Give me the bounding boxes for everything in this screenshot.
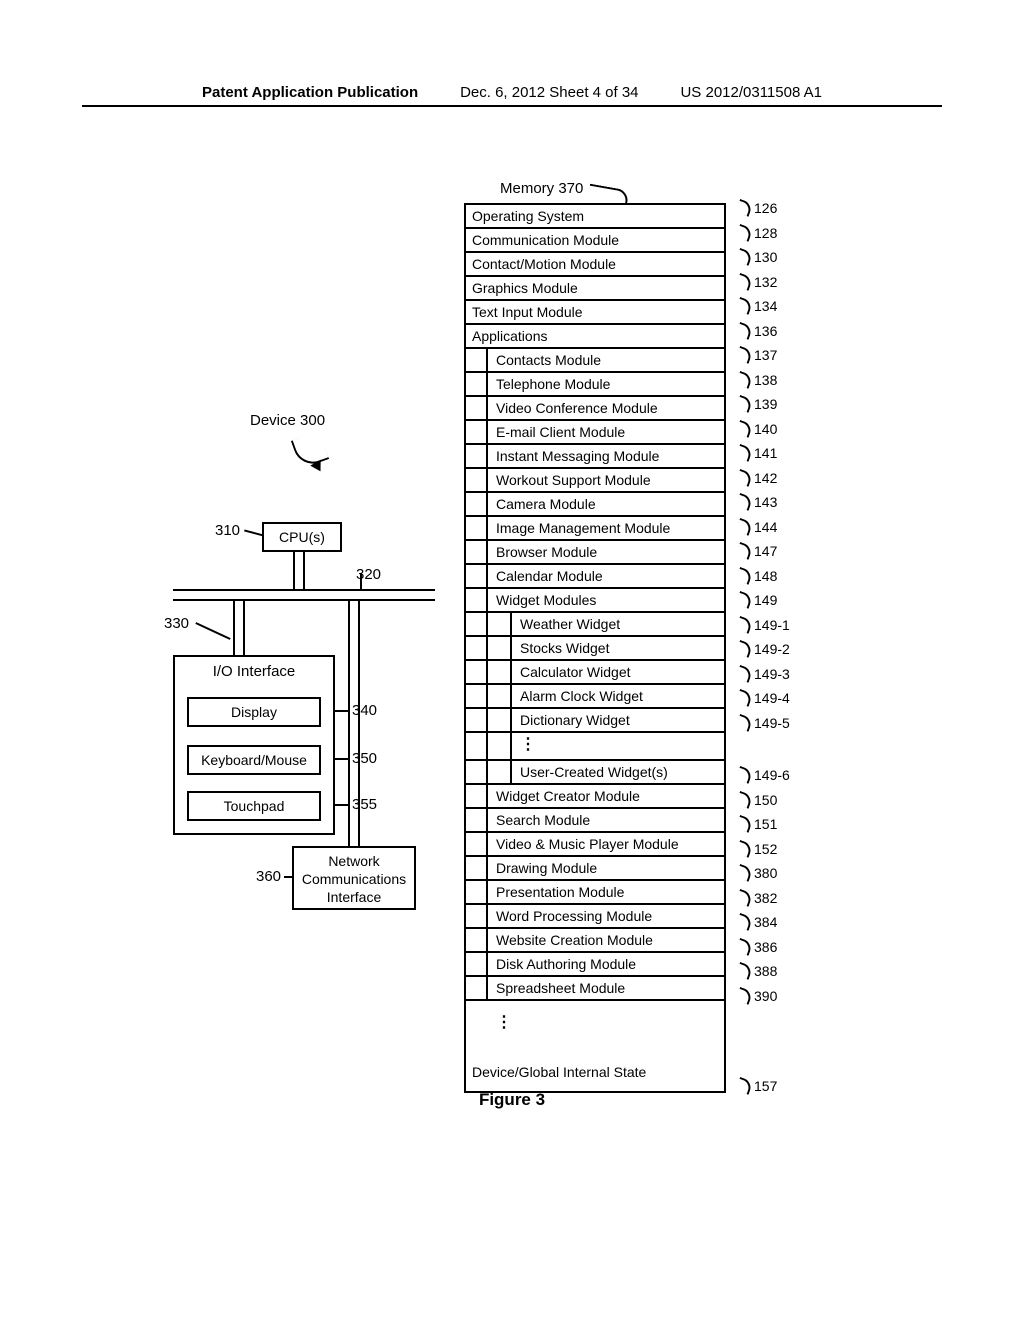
- memory-ref: 150: [738, 791, 777, 808]
- cpu-box: CPU(s): [262, 522, 342, 552]
- io-interface-box: I/O Interface Display Keyboard/Mouse Tou…: [173, 655, 335, 835]
- memory-row: Alarm Clock Widget: [464, 685, 726, 709]
- memory-row: Word Processing Module: [464, 905, 726, 929]
- memory-stack: Operating SystemCommunication ModuleCont…: [464, 203, 726, 1093]
- memory-row: Widget Creator Module: [464, 785, 726, 809]
- memory-ref: 149-2: [738, 640, 790, 657]
- memory-row: Weather Widget: [464, 613, 726, 637]
- memory-ref: 149-3: [738, 665, 790, 682]
- memory-row: Drawing Module: [464, 857, 726, 881]
- bus-io: [233, 601, 245, 655]
- memory-ref: 151: [738, 815, 777, 832]
- memory-ref: 149-1: [738, 616, 790, 633]
- memory-row: Text Input Module: [464, 301, 726, 325]
- memory-row: Video Conference Module: [464, 397, 726, 421]
- lead-network: [284, 876, 294, 878]
- header-center: Dec. 6, 2012 Sheet 4 of 34: [460, 84, 638, 101]
- memory-row: Communication Module: [464, 229, 726, 253]
- memory-row: Video & Music Player Module: [464, 833, 726, 857]
- memory-ref: 139: [738, 395, 777, 412]
- memory-title: Memory 370: [500, 180, 583, 197]
- ref-keyboard-mouse: 350: [352, 750, 377, 767]
- lead-io: [195, 622, 230, 640]
- memory-ref: 149-5: [738, 714, 790, 731]
- network-label: Network Communications Interface: [302, 853, 406, 905]
- memory-row: Operating System: [464, 203, 726, 229]
- memory-row: E-mail Client Module: [464, 421, 726, 445]
- display-box: Display: [187, 697, 321, 727]
- memory-row: Graphics Module: [464, 277, 726, 301]
- memory-ref: 142: [738, 469, 777, 486]
- keyboard-mouse-box: Keyboard/Mouse: [187, 745, 321, 775]
- memory-row: User-Created Widget(s): [464, 761, 726, 785]
- memory-row: Browser Module: [464, 541, 726, 565]
- memory-row: Applications: [464, 325, 726, 349]
- memory-ref: 149-6: [738, 766, 790, 783]
- memory-row: Widget Modules: [464, 589, 726, 613]
- memory-row: Stocks Widget: [464, 637, 726, 661]
- device-title: Device 300: [250, 412, 325, 429]
- network-box: Network Communications Interface: [292, 846, 416, 910]
- memory-row: Contact/Motion Module: [464, 253, 726, 277]
- memory-ref: 390: [738, 987, 777, 1004]
- bus-cpu: [293, 552, 305, 589]
- memory-row: Camera Module: [464, 493, 726, 517]
- memory-ref: 386: [738, 938, 777, 955]
- memory-ref: 140: [738, 420, 777, 437]
- figure-caption: Figure 3: [0, 1090, 1024, 1110]
- memory-row: Image Management Module: [464, 517, 726, 541]
- ref-display: 340: [352, 702, 377, 719]
- memory-ref: 141: [738, 444, 777, 461]
- memory-ref: 130: [738, 248, 777, 265]
- memory-ref: 143: [738, 493, 777, 510]
- memory-row: Instant Messaging Module: [464, 445, 726, 469]
- memory-ref: 152: [738, 840, 777, 857]
- memory-ref: 134: [738, 297, 777, 314]
- memory-row: Calculator Widget: [464, 661, 726, 685]
- memory-ref: 384: [738, 913, 777, 930]
- memory-ref: 147: [738, 542, 777, 559]
- memory-ref: 132: [738, 273, 777, 290]
- lead-bus: [360, 573, 362, 589]
- memory-row: Telephone Module: [464, 373, 726, 397]
- memory-ref: 136: [738, 322, 777, 339]
- memory-row: Calendar Module: [464, 565, 726, 589]
- memory-row: Website Creation Module: [464, 929, 726, 953]
- io-title: I/O Interface: [175, 657, 333, 680]
- memory-ref: 138: [738, 371, 777, 388]
- lead-display: [334, 710, 348, 712]
- memory-row: Dictionary Widget: [464, 709, 726, 733]
- memory-tail-gap: ⋮: [464, 1001, 726, 1061]
- ref-touchpad: 355: [352, 796, 377, 813]
- ref-cpu: 310: [215, 522, 240, 539]
- global-state-row: Device/Global Internal State: [464, 1061, 726, 1093]
- touchpad-box: Touchpad: [187, 791, 321, 821]
- memory-ref: 144: [738, 518, 777, 535]
- lead-touchpad: [334, 804, 348, 806]
- memory-row: Search Module: [464, 809, 726, 833]
- memory-row: Workout Support Module: [464, 469, 726, 493]
- memory-ref: 388: [738, 962, 777, 979]
- lead-cpu: [244, 529, 264, 536]
- memory-ref: 137: [738, 346, 777, 363]
- bus-horizontal: [173, 589, 435, 601]
- memory-ref: 128: [738, 224, 777, 241]
- memory-ref: 382: [738, 889, 777, 906]
- memory-row: Disk Authoring Module: [464, 953, 726, 977]
- lead-keyboard-mouse: [334, 758, 348, 760]
- header-right: US 2012/0311508 A1: [680, 84, 822, 101]
- memory-ref: 149-4: [738, 689, 790, 706]
- memory-gap: ⋮: [464, 733, 726, 761]
- page-header: Patent Application Publication Dec. 6, 2…: [82, 84, 942, 107]
- ref-io: 330: [164, 615, 189, 632]
- memory-ref: 380: [738, 864, 777, 881]
- header-left: Patent Application Publication: [202, 84, 418, 101]
- memory-row: Spreadsheet Module: [464, 977, 726, 1001]
- memory-row: Presentation Module: [464, 881, 726, 905]
- memory-ref: 126: [738, 199, 777, 216]
- memory-ref: 149: [738, 591, 777, 608]
- ref-network: 360: [256, 868, 281, 885]
- memory-ref: 148: [738, 567, 777, 584]
- memory-row: Contacts Module: [464, 349, 726, 373]
